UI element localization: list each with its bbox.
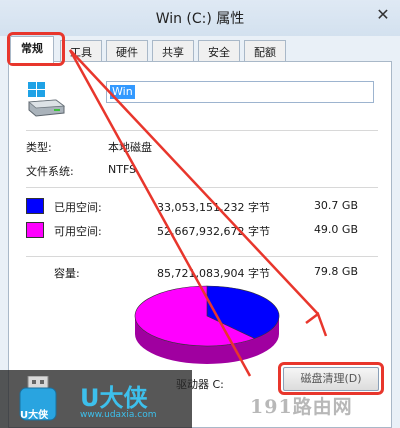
button-highlight <box>278 362 384 395</box>
free-space-size: 49.0 GB <box>313 223 358 236</box>
watermark-text: 191路由网 <box>250 396 353 418</box>
capacity-label: 容量: <box>54 267 80 280</box>
disk-usage-pie-chart <box>134 285 280 364</box>
free-space-label: 可用空间: <box>54 225 102 238</box>
capacity-bytes: 85,721,083,904 字节 <box>157 267 270 280</box>
title-bar: Win (C:) 属性 ✕ <box>0 0 400 36</box>
tab-quota[interactable]: 配额 <box>244 40 286 62</box>
usb-icon-caption: U大侠 <box>20 410 49 421</box>
free-space-swatch <box>26 222 44 238</box>
tab-security[interactable]: 安全 <box>198 40 240 62</box>
drive-name-value: Win <box>110 85 135 99</box>
free-space-bytes: 52,667,932,672 字节 <box>157 225 270 238</box>
divider <box>26 187 378 188</box>
divider <box>26 130 378 131</box>
tab-general[interactable]: 常规 <box>10 36 54 63</box>
capacity-size: 79.8 GB <box>313 265 358 278</box>
used-space-bytes: 33,053,151,232 字节 <box>157 201 270 214</box>
tab-sharing[interactable]: 共享 <box>152 40 194 62</box>
close-icon[interactable]: ✕ <box>374 6 392 24</box>
drive-name-input[interactable]: Win <box>106 81 374 103</box>
used-space-swatch <box>26 198 44 214</box>
divider <box>26 256 378 257</box>
tab-tools[interactable]: 工具 <box>60 40 102 62</box>
filesystem-value: NTFS <box>108 163 137 176</box>
filesystem-label: 文件系统: <box>26 165 74 178</box>
brand-url: www.udaxia.com <box>80 410 157 420</box>
used-space-label: 已用空间: <box>54 201 102 214</box>
tab-strip: 常规 工具 硬件 共享 安全 配额 <box>8 36 392 63</box>
hard-drive-icon <box>28 82 66 117</box>
tab-hardware[interactable]: 硬件 <box>106 40 148 62</box>
type-label: 类型: <box>26 141 52 154</box>
used-space-size: 30.7 GB <box>313 199 358 212</box>
brand-logo-text: U大侠 <box>80 384 148 412</box>
window-title: Win (C:) 属性 <box>155 11 245 27</box>
type-value: 本地磁盘 <box>108 141 152 154</box>
